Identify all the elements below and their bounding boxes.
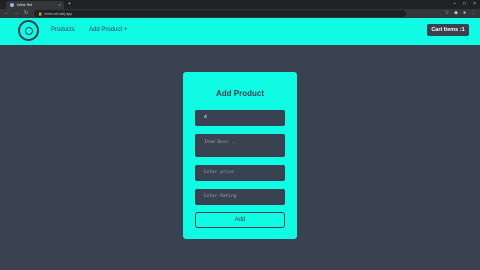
nav-products-link[interactable]: Products: [51, 27, 75, 33]
rating-input[interactable]: Enter Rating: [195, 189, 285, 205]
star-icon[interactable]: ☆: [445, 10, 449, 16]
nav-add-product-link[interactable]: Add Product +: [89, 27, 127, 33]
app-navbar: Products Add Product + Cart Items :1: [0, 18, 480, 45]
address-url: inline-ref-sdfj.app: [44, 11, 73, 16]
description-placeholder: Item Desc...: [204, 140, 237, 145]
address-row: ← → ↻ 🔒 inline-ref-sdfj.app ☆ ◆ ● ⋮: [0, 9, 480, 18]
form-title: Add Product: [216, 89, 264, 98]
profile-icon[interactable]: ●: [463, 10, 466, 16]
item-description-textarea[interactable]: Item Desc...: [195, 134, 285, 157]
cart-items-button[interactable]: Cart Items :1: [427, 24, 469, 36]
tab-bar: Inline Ref × + – □ ×: [0, 0, 480, 9]
close-window-icon[interactable]: ×: [473, 1, 476, 7]
new-tab-button[interactable]: +: [68, 1, 71, 7]
price-placeholder: Enter price: [204, 170, 234, 175]
menu-icon[interactable]: ⋮: [471, 10, 476, 16]
extensions-icon[interactable]: ◆: [454, 10, 458, 16]
reload-icon[interactable]: ↻: [24, 10, 28, 16]
lock-icon: 🔒: [38, 11, 43, 16]
favicon-icon: [10, 3, 14, 7]
product-name-value: d: [204, 115, 207, 120]
back-icon[interactable]: ←: [4, 10, 9, 16]
browser-chrome: Inline Ref × + – □ × ← → ↻ 🔒 inline-ref-…: [0, 0, 480, 18]
add-product-card: Add Product d Item Desc... Enter price E…: [183, 72, 297, 239]
toolbar-icons: ☆ ◆ ● ⋮: [445, 10, 476, 16]
close-tab-icon[interactable]: ×: [59, 2, 61, 7]
window-controls: – □ ×: [453, 1, 476, 7]
app-logo-icon[interactable]: [18, 20, 39, 41]
minimize-icon[interactable]: –: [453, 1, 456, 7]
maximize-icon[interactable]: □: [463, 1, 466, 7]
nav-buttons: ← → ↻: [4, 10, 28, 16]
address-bar[interactable]: 🔒 inline-ref-sdfj.app: [34, 10, 406, 17]
browser-tab[interactable]: Inline Ref ×: [6, 1, 64, 9]
tab-title: Inline Ref: [17, 3, 33, 7]
forward-icon[interactable]: →: [14, 10, 19, 16]
product-name-input[interactable]: d: [195, 110, 285, 126]
add-button[interactable]: Add: [195, 212, 285, 228]
price-input[interactable]: Enter price: [195, 165, 285, 181]
rating-placeholder: Enter Rating: [204, 194, 237, 199]
